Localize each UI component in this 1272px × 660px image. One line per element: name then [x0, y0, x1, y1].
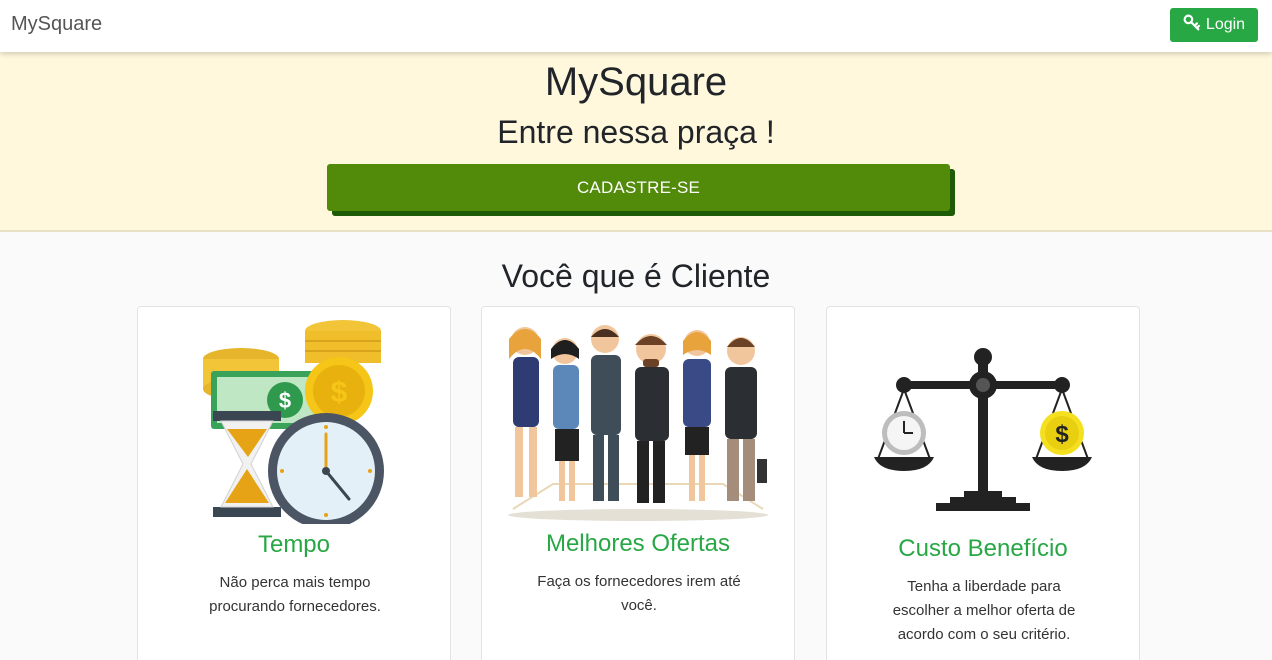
card-text-melhores-ofertas: Faça os fornecedores irem até você.: [537, 573, 741, 614]
login-label: Login: [1205, 16, 1246, 33]
hero-title: MySquare: [544, 60, 728, 104]
login-button[interactable]: Login: [1170, 8, 1258, 42]
money-clock-illustration: $ $: [138, 319, 450, 524]
svg-text:$: $: [1055, 421, 1069, 448]
card-title-tempo: Tempo: [257, 531, 331, 558]
card-title-custo-beneficio: Custo Benefício: [898, 535, 1068, 562]
card-melhores-ofertas: Melhores Ofertas Faça os fornecedores ir…: [481, 306, 795, 660]
card-text-tempo: Não perca mais tempo procurando forneced…: [209, 574, 381, 615]
navbar-brand[interactable]: MySquare: [11, 13, 102, 36]
card-tempo: $ $ Tempo Não perca mais tempo procurand…: [137, 306, 451, 660]
card-title-melhores-ofertas: Melhores Ofertas: [545, 530, 731, 557]
business-people-illustration: [482, 319, 794, 524]
card-text-custo-beneficio: Tenha a liberdade para escolher a melhor…: [892, 578, 1076, 643]
svg-text:$: $: [331, 376, 348, 409]
balance-scale-illustration: $: [827, 345, 1139, 515]
navbar: MySquare Login: [0, 0, 1272, 52]
svg-text:$: $: [279, 388, 291, 413]
hero-subtitle: Entre nessa praça !: [497, 114, 775, 150]
hero-banner: MySquare Entre nessa praça ! CADASTRE-SE: [0, 52, 1272, 232]
card-custo-beneficio: $ Custo Benefício Tenha a liberdade para…: [826, 306, 1140, 660]
key-icon: [1183, 14, 1201, 37]
signup-button[interactable]: CADASTRE-SE: [327, 164, 950, 211]
section-title: Você que é Cliente: [501, 258, 771, 294]
